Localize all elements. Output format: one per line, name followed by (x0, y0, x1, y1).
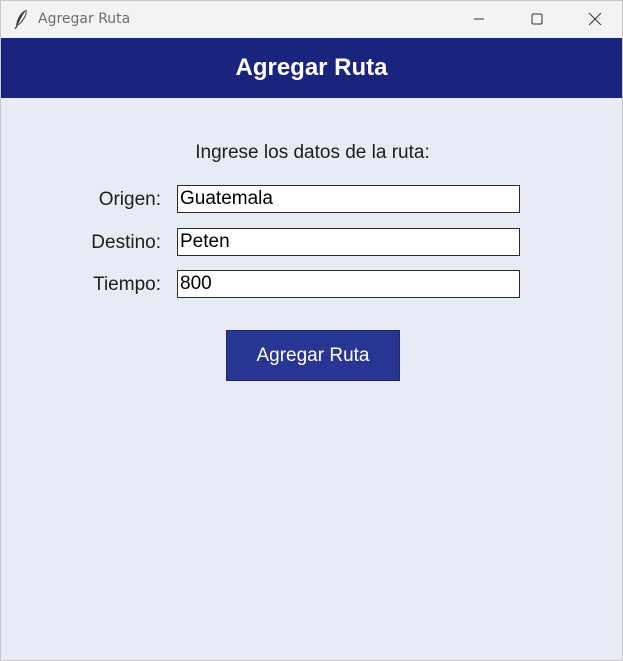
minimize-button[interactable] (450, 1, 508, 37)
destino-input[interactable] (177, 228, 520, 256)
agregar-ruta-button[interactable]: Agregar Ruta (226, 330, 400, 381)
minimize-icon (474, 18, 484, 20)
window-title: Agregar Ruta (38, 11, 131, 27)
form-prompt: Ingrese los datos de la ruta: (195, 142, 430, 163)
app-window: Agregar Ruta Agregar Ruta Ingrese los da… (0, 0, 623, 661)
origen-input[interactable] (177, 185, 520, 213)
maximize-icon (531, 13, 543, 25)
maximize-button[interactable] (508, 1, 566, 37)
tiempo-label: Tiempo: (93, 274, 161, 295)
title-bar: Agregar Ruta (1, 1, 622, 37)
destino-label: Destino: (91, 232, 161, 253)
close-button[interactable] (566, 1, 623, 37)
header-banner: Agregar Ruta (1, 38, 622, 98)
tiempo-input[interactable] (177, 270, 520, 298)
close-icon (588, 12, 602, 26)
origen-label: Origen: (98, 189, 161, 210)
feather-icon (13, 9, 29, 30)
page-title: Agregar Ruta (235, 54, 388, 81)
